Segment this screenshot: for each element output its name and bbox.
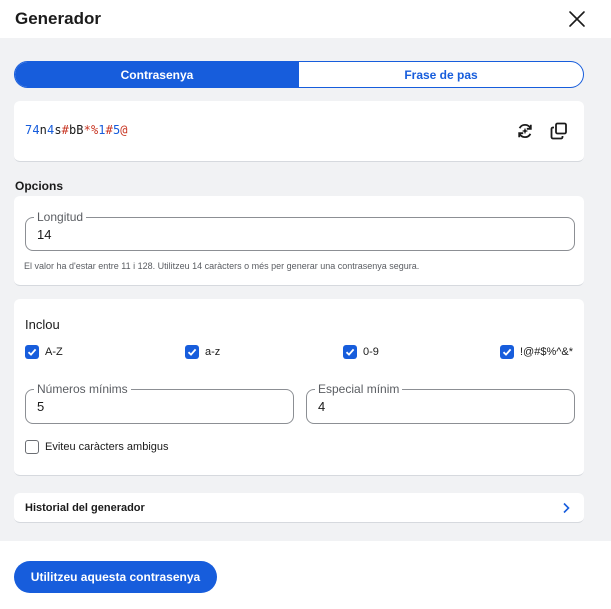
min-numbers-value[interactable]: 5 [37,399,44,414]
lowercase-label: a-z [205,346,221,358]
password-segment: s [54,123,62,137]
generator-history-link[interactable]: Historial del generador [14,493,584,523]
password-segment: bB [68,123,84,137]
tab-password[interactable]: Contrasenya [15,62,299,87]
min-special-value[interactable]: 4 [318,399,325,414]
options-heading: Opcions [15,179,64,193]
generated-password-card: 74n4s#bB*%1#5@ [14,101,584,162]
special-label: !@#$%^&* [520,346,574,358]
special-checkbox[interactable]: !@#$%^&* [500,345,573,359]
numbers-checkbox[interactable]: 0-9 [343,345,379,359]
check-icon [187,348,197,356]
password-segment: @ [120,123,128,137]
chevron-right-icon [563,502,570,514]
length-field[interactable]: Longitud 14 [25,210,575,251]
check-icon [345,348,355,356]
dialog-header: Generador [0,0,611,38]
avoid-ambiguous-checkbox[interactable]: Eviteu caràcters ambigus [25,440,169,454]
length-hint: El valor ha d'estar entre 11 i 128. Util… [24,261,420,271]
include-card: Inclou A-Z a-z 0-9 !@#$%^&* Números míni… [14,299,584,476]
checkbox-checked[interactable] [185,345,199,359]
checkbox-checked[interactable] [500,345,514,359]
include-heading: Inclou [25,317,60,332]
length-label: Longitud [34,210,87,224]
password-segment: # [105,123,113,137]
checkbox-checked[interactable] [343,345,357,359]
min-numbers-field[interactable]: Números mínims 5 [25,382,294,424]
dialog-title: Generador [15,9,101,28]
close-icon[interactable] [566,8,588,30]
regenerate-icon[interactable] [515,121,535,141]
use-password-button[interactable]: Utilitzeu aquesta contrasenya [14,561,217,593]
password-segment: *% [83,123,99,137]
password-segment: n [39,123,47,137]
check-icon [502,348,512,356]
checkbox-checked[interactable] [25,345,39,359]
min-special-field[interactable]: Especial mínim 4 [306,382,575,424]
length-value[interactable]: 14 [37,227,51,242]
numbers-label: 0-9 [363,346,379,358]
avoid-ambiguous-label: Eviteu caràcters ambigus [45,441,169,453]
min-numbers-label: Números mínims [34,382,131,396]
dialog-footer: Utilitzeu aquesta contrasenya [0,541,611,609]
uppercase-checkbox[interactable]: A-Z [25,345,63,359]
password-segment: 74 [25,123,40,137]
generator-type-toggle: Contrasenya Frase de pas [14,61,584,88]
checkbox-unchecked[interactable] [25,440,39,454]
lowercase-checkbox[interactable]: a-z [185,345,220,359]
length-card: Longitud 14 El valor ha d'estar entre 11… [14,196,584,286]
password-segment: # [61,123,69,137]
check-icon [27,348,37,356]
copy-icon[interactable] [549,121,569,141]
password-segment: 1 [98,123,106,137]
generated-password: 74n4s#bB*%1#5@ [25,123,128,137]
history-label: Historial del generador [25,502,145,514]
min-special-label: Especial mínim [315,382,403,396]
tab-passphrase[interactable]: Frase de pas [299,62,583,87]
uppercase-label: A-Z [45,346,63,358]
